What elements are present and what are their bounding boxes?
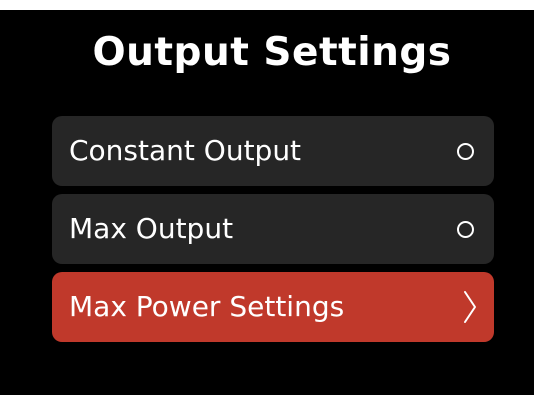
menu-item-label: Max Output [69, 212, 234, 245]
chevron-right-icon [462, 290, 478, 324]
radio-icon[interactable] [457, 142, 474, 160]
menu-item-label: Constant Output [69, 134, 302, 167]
page-title: Output Settings [92, 30, 452, 75]
menu-item-constant-output[interactable]: Constant Output [52, 116, 494, 186]
menu-item-label: Max Power Settings [69, 290, 345, 323]
menu-item-max-output[interactable]: Max Output [52, 194, 494, 264]
device-screen: Output Settings Constant Output Max Outp… [0, 10, 534, 395]
menu-item-max-power-settings[interactable]: Max Power Settings [52, 272, 494, 342]
radio-icon[interactable] [457, 220, 474, 238]
settings-menu: Constant Output Max Output Max Power Set… [52, 116, 494, 350]
